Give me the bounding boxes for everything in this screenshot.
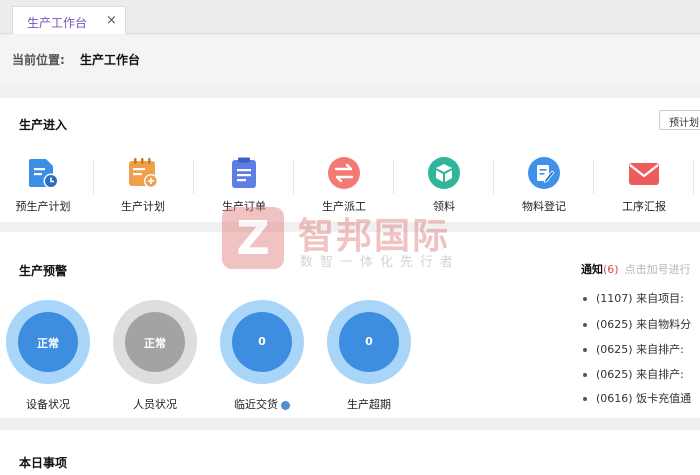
tab-production-workbench[interactable]: 生产工作台 × bbox=[12, 6, 126, 34]
entry-production-dispatch[interactable]: 生产派工 bbox=[294, 152, 394, 214]
notice-item[interactable]: (0616) 饭卡充值通 bbox=[583, 390, 691, 406]
entry-label: 预生产计划 bbox=[15, 200, 71, 213]
gauge-production-overdue[interactable]: 0 生产超期 bbox=[327, 300, 411, 412]
gauge-value: 正常 bbox=[37, 337, 59, 350]
production-warning-panel: 生产预警 正常 设备状况 正常 人员状况 0 临近交货 0 生产超期 通知(6)… bbox=[0, 232, 700, 418]
close-icon[interactable]: × bbox=[106, 13, 117, 28]
entry-label: 工序汇报 bbox=[622, 200, 666, 213]
notice-item[interactable]: (1107) 来自项目: bbox=[583, 290, 684, 306]
bullet-icon bbox=[583, 323, 587, 327]
gauge-label: 设备状况 bbox=[26, 398, 70, 411]
today-items-panel: 本日事项 bbox=[0, 430, 700, 475]
divider bbox=[693, 160, 694, 194]
bullet-icon bbox=[583, 348, 587, 352]
bullet-icon bbox=[583, 373, 587, 377]
entry-process-report[interactable]: 工序汇报 bbox=[594, 152, 694, 214]
calendar-plus-icon bbox=[129, 158, 158, 188]
entry-material-register[interactable]: 物料登记 bbox=[494, 152, 594, 214]
notice-text: (1107) 来自项目: bbox=[596, 292, 684, 305]
gauge-core: 0 bbox=[339, 312, 399, 372]
plan-button[interactable]: 预计划 bbox=[659, 110, 700, 130]
gauge-staff-status[interactable]: 正常 人员状况 bbox=[113, 300, 197, 412]
entry-label: 生产订单 bbox=[222, 200, 266, 213]
notice-header: 通知(6) 点击加号进行 bbox=[581, 261, 691, 277]
notice-text: (0625) 来自排产: bbox=[596, 368, 684, 381]
notice-text: (0616) 饭卡充值通 bbox=[596, 392, 692, 405]
gauge-near-delivery[interactable]: 0 临近交货 bbox=[220, 300, 304, 412]
entry-material-pick[interactable]: 领料 bbox=[394, 152, 494, 214]
notice-text: (0625) 来自排产: bbox=[596, 343, 684, 356]
notice-item[interactable]: (0625) 来自排产: bbox=[583, 341, 684, 357]
gear-icon[interactable] bbox=[281, 400, 290, 410]
entry-production-order[interactable]: 生产订单 bbox=[194, 152, 294, 214]
gauge-value: 0 bbox=[258, 335, 266, 348]
swap-arrows-icon bbox=[328, 157, 360, 189]
production-entry-title: 生产进入 bbox=[19, 118, 68, 132]
gauge-value: 0 bbox=[365, 335, 373, 348]
gauge-core: 0 bbox=[232, 312, 292, 372]
entry-label: 物料登记 bbox=[522, 200, 566, 213]
entry-label: 领料 bbox=[433, 200, 455, 213]
document-clock-icon bbox=[29, 159, 59, 189]
gauge-label: 生产超期 bbox=[347, 398, 391, 411]
entry-label: 生产计划 bbox=[121, 200, 165, 213]
notice-item[interactable]: (0625) 来自物料分 bbox=[583, 316, 691, 332]
entry-pre-production-plan[interactable]: 预生产计划 bbox=[0, 152, 93, 214]
gauge-value: 正常 bbox=[144, 337, 166, 350]
notice-count: (6) bbox=[603, 263, 619, 276]
breadcrumb: 当前位置: 生产工作台 bbox=[0, 35, 700, 85]
bullet-icon bbox=[583, 297, 587, 301]
edit-note-icon bbox=[528, 157, 560, 189]
notice-title: 通知 bbox=[581, 263, 603, 276]
tab-bar: 生产工作台 × bbox=[0, 0, 700, 34]
gauge-core: 正常 bbox=[125, 312, 185, 372]
clipboard-icon bbox=[232, 157, 256, 188]
entry-production-plan[interactable]: 生产计划 bbox=[93, 152, 193, 214]
breadcrumb-label: 当前位置: bbox=[12, 53, 65, 67]
notice-hint: 点击加号进行 bbox=[624, 263, 691, 276]
gauge-core: 正常 bbox=[18, 312, 78, 372]
gauge-label: 人员状况 bbox=[133, 398, 177, 411]
production-entry-panel: 生产进入 预计划 预生产计划 生产计划 生产订单 生产派工 领料 物料登记 工序… bbox=[0, 98, 700, 222]
envelope-icon bbox=[629, 163, 659, 185]
breadcrumb-current: 生产工作台 bbox=[80, 53, 141, 67]
box-icon bbox=[428, 157, 460, 189]
gauge-label: 临近交货 bbox=[234, 398, 278, 411]
today-items-title: 本日事项 bbox=[19, 456, 68, 470]
production-warning-title: 生产预警 bbox=[19, 264, 68, 278]
notice-item[interactable]: (0625) 来自排产: bbox=[583, 366, 684, 382]
gauge-label-wrap: 临近交货 bbox=[202, 396, 322, 412]
gauge-equipment-status[interactable]: 正常 设备状况 bbox=[6, 300, 90, 412]
bullet-icon bbox=[583, 397, 587, 401]
entry-label: 生产派工 bbox=[322, 200, 366, 213]
notice-text: (0625) 来自物料分 bbox=[596, 318, 692, 331]
tab-label: 生产工作台 bbox=[27, 16, 88, 30]
